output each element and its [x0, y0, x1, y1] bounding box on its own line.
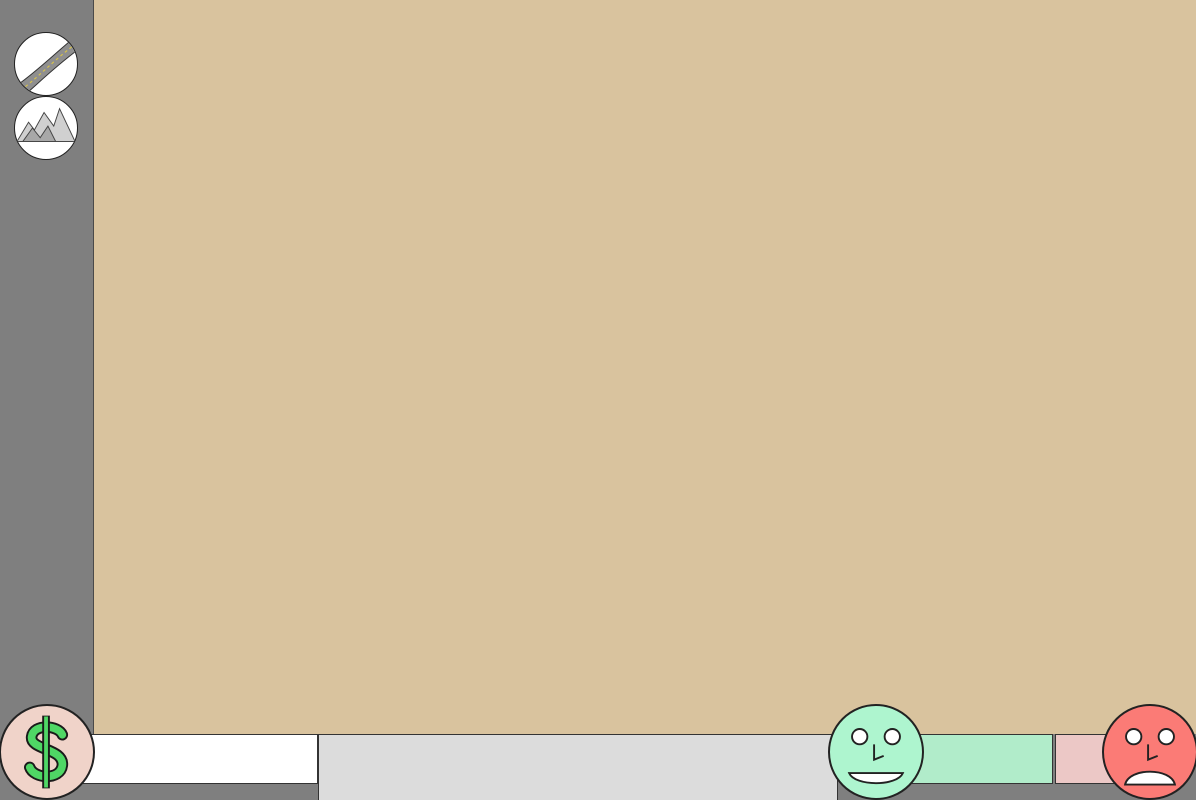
happy-face-icon: [847, 728, 905, 784]
sad-face-icon: [1123, 728, 1177, 786]
dollar-sign-icon: [24, 715, 69, 789]
tool-sidebar: [0, 0, 94, 800]
map-canvas[interactable]: [94, 0, 1196, 734]
mountains-icon: [15, 107, 77, 143]
money-badge: [0, 704, 95, 800]
center-info-panel: [318, 734, 838, 800]
road-tool-button[interactable]: [14, 32, 78, 96]
happiness-badge: [828, 704, 924, 800]
unhappiness-badge: [1102, 704, 1196, 800]
terrain-tool-button[interactable]: [14, 96, 78, 160]
road-icon: [16, 35, 77, 95]
